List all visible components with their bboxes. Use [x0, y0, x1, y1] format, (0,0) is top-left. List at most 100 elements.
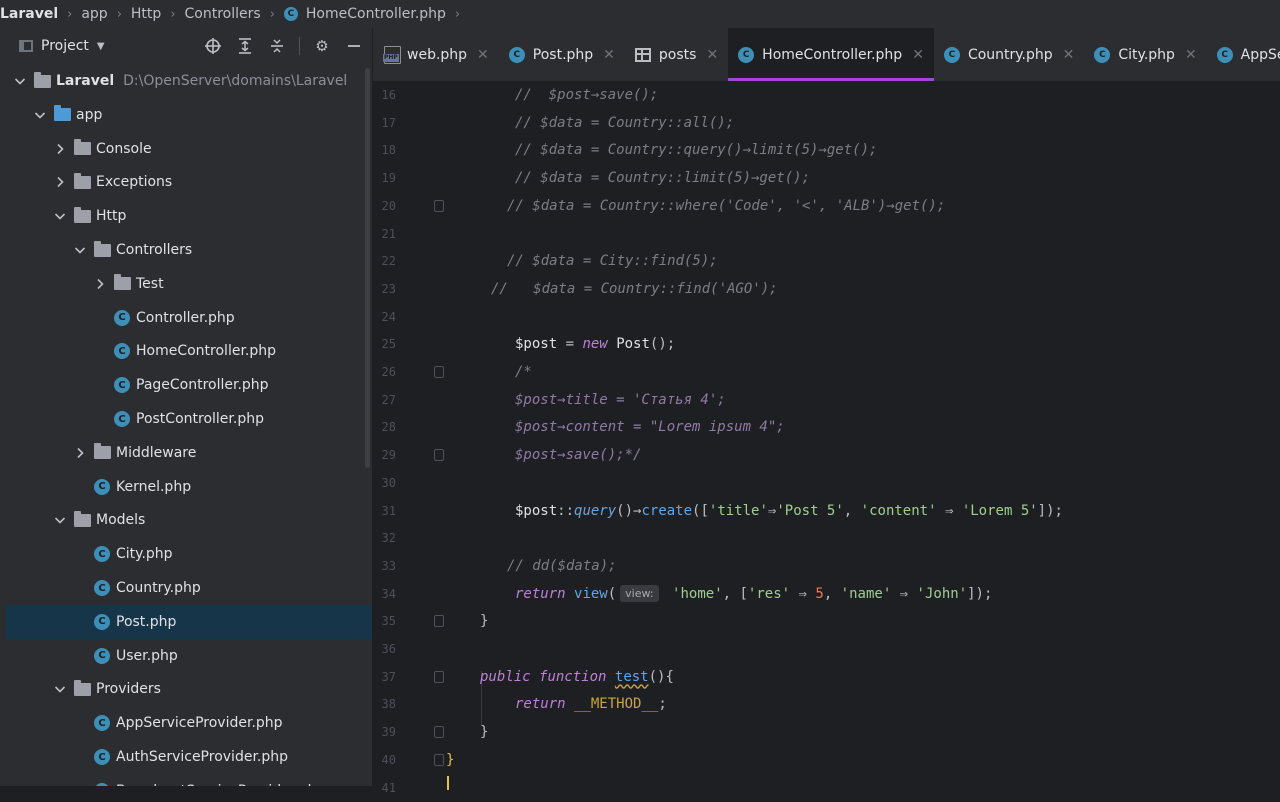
tree-item[interactable]: C PageController.php — [6, 368, 372, 402]
tree-item[interactable]: Middleware — [6, 436, 372, 470]
tree-item[interactable]: C AppServiceProvider.php — [6, 706, 372, 740]
fold-marker-icon[interactable] — [434, 199, 444, 212]
editor-tab[interactable]: PHP web.php ✕ — [373, 28, 499, 81]
tree-item-label: User.php — [116, 647, 178, 664]
tree-item[interactable]: C AuthServiceProvider.php — [6, 740, 372, 774]
class-c-icon: C — [94, 715, 110, 732]
tree-item[interactable]: C HomeController.php — [6, 334, 372, 368]
chevron-down-icon[interactable] — [54, 514, 66, 526]
caret-down-icon[interactable]: ▼ — [97, 41, 105, 52]
tree-item-label: Country.php — [116, 580, 201, 596]
line-number: 31 — [381, 503, 396, 518]
tree-item[interactable]: Console — [6, 132, 372, 166]
chevron-right-icon[interactable] — [54, 143, 66, 155]
breadcrumb-item-project[interactable]: Laravel — [0, 6, 58, 22]
tree-item[interactable]: C User.php — [6, 639, 372, 673]
editor-tab[interactable]: C Country.php ✕ — [934, 28, 1084, 81]
line-number: 41 — [381, 780, 396, 795]
fold-marker-icon[interactable] — [434, 366, 444, 378]
project-view-selector[interactable]: Project — [41, 38, 89, 54]
chevron-right-icon[interactable] — [74, 447, 86, 459]
close-icon[interactable]: ✕ — [1063, 47, 1075, 63]
line-number: 37 — [381, 669, 396, 684]
tree-item[interactable]: C Post.php — [6, 604, 372, 639]
breadcrumb-item-controllers[interactable]: Controllers — [185, 6, 261, 22]
code-editor[interactable]: 16// $post→save(); 17// $data = Country::… — [373, 81, 1280, 795]
chevron-down-icon[interactable] — [54, 683, 66, 695]
code-line: 19 // $data = Country::limit(5)→get(); — [373, 164, 1280, 192]
code-line: 18 // $data = Country::query()→limit(5)→g… — [373, 136, 1280, 164]
editor-tab[interactable]: C City.php ✕ — [1084, 28, 1206, 81]
chevron-down-icon[interactable] — [34, 109, 46, 121]
tree-item[interactable]: C City.php — [6, 537, 372, 571]
code-line: 32 — [373, 524, 1280, 552]
class-c-icon: C — [94, 749, 110, 765]
chevron-right-icon[interactable] — [54, 176, 66, 188]
code-line: 25 $post = new Post(); — [373, 330, 1280, 358]
tree-item[interactable]: CBroadcastServiceProvider.php — [6, 774, 372, 786]
tree-item[interactable]: app — [6, 98, 372, 132]
fold-marker-icon[interactable] — [434, 753, 444, 766]
breadcrumb-item-http[interactable]: Http — [131, 6, 161, 22]
code-line: 22 // $data = City::find(5); — [373, 247, 1280, 275]
code-text: // $data = Country::all(); — [515, 114, 735, 131]
chevron-down-icon[interactable] — [14, 75, 26, 87]
fold-marker-icon[interactable] — [434, 615, 444, 628]
close-icon[interactable]: ✕ — [706, 47, 718, 63]
tree-item-label: Exceptions — [96, 174, 173, 191]
line-number: 35 — [381, 614, 396, 629]
tree-item[interactable]: C Controller.php — [6, 301, 372, 335]
gear-icon[interactable]: ⚙ — [312, 36, 332, 56]
code-line: 28 $post→content = "Lorem ipsum 4"; — [373, 413, 1280, 441]
class-c-icon: C — [738, 46, 755, 63]
breadcrumb-item-app[interactable]: app — [81, 6, 107, 22]
tree-item[interactable]: Exceptions — [6, 165, 372, 199]
close-icon[interactable]: ✕ — [603, 47, 615, 63]
tree-item[interactable]: Providers — [6, 672, 372, 706]
tree-item[interactable]: Test — [6, 267, 372, 301]
line-number: 26 — [381, 365, 396, 379]
fold-marker-icon[interactable] — [434, 726, 444, 739]
tree-item[interactable]: C Country.php — [6, 571, 372, 605]
line-number: 30 — [381, 475, 396, 490]
expand-all-icon[interactable] — [235, 36, 255, 56]
editor-tab-bar: PHP web.php ✕ C Post.php ✕ posts ✕ C HomeControll… — [373, 28, 1280, 81]
locate-file-icon[interactable] — [203, 36, 223, 56]
line-number: 29 — [381, 448, 396, 463]
tree-item[interactable]: C PostController.php — [6, 402, 372, 436]
chevron-right-icon: › — [116, 6, 122, 22]
code-text: // $data = Country::query()→limit(5)→get… — [515, 142, 878, 159]
chevron-right-icon[interactable] — [94, 278, 106, 290]
minimize-icon[interactable] — [344, 36, 364, 56]
collapse-all-icon[interactable] — [267, 36, 287, 56]
line-number: 38 — [381, 697, 396, 712]
close-icon[interactable]: ✕ — [912, 47, 924, 63]
breadcrumb-item-file[interactable]: C HomeController.php — [283, 6, 446, 22]
editor-tab[interactable]: C AppServiceProvider.php — [1207, 28, 1280, 81]
project-panel-toolbar: ⚙ — [203, 28, 364, 64]
tree-item[interactable]: Controllers — [6, 233, 372, 267]
editor-tab[interactable]: C HomeController.php ✕ — [728, 28, 934, 81]
code-text: // $data = Country::limit(5)→get(); — [515, 170, 811, 187]
folder-icon — [74, 510, 91, 527]
editor-tab[interactable]: C Post.php ✕ — [499, 28, 625, 81]
tree-item[interactable]: Laravel D:\OpenServer\domains\Laravel — [6, 64, 372, 98]
code-line: 35} — [373, 607, 1280, 635]
code-text: $post→content = "Lorem ipsum 4"; — [515, 419, 785, 436]
editor-tab[interactable]: posts ✕ — [625, 28, 728, 81]
tree-item[interactable]: C Kernel.php — [6, 470, 372, 504]
close-icon[interactable]: ✕ — [477, 47, 489, 63]
tree-item[interactable]: Http — [6, 199, 372, 233]
editor-tab-label: web.php — [407, 46, 468, 63]
chevron-down-icon[interactable] — [74, 244, 86, 256]
tree-item[interactable]: Models — [6, 503, 372, 537]
line-number: 21 — [381, 226, 396, 241]
text-cursor — [447, 776, 449, 790]
fold-marker-icon[interactable] — [434, 670, 444, 683]
code-text: /* — [515, 364, 532, 380]
close-icon[interactable]: ✕ — [1185, 47, 1197, 63]
folder-icon — [74, 139, 91, 156]
fold-marker-icon[interactable] — [434, 449, 444, 462]
project-tree-scrollbar[interactable] — [365, 68, 370, 468]
chevron-down-icon[interactable] — [54, 210, 66, 222]
